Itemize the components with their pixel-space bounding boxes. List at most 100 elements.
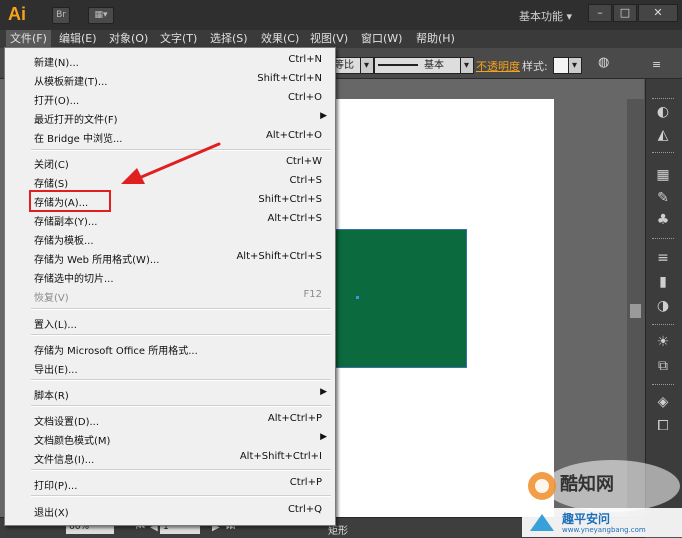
scrollbar-thumb[interactable]	[630, 304, 641, 318]
menu-separator	[31, 379, 331, 381]
menu-item-place[interactable]: 置入(L)...	[5, 313, 335, 332]
chevron-down-icon[interactable]: ▾	[460, 57, 474, 74]
menu-item-save-a-copy[interactable]: 存储副本(Y)... Alt+Ctrl+S	[5, 210, 335, 229]
save-as-highlight-box	[29, 190, 111, 212]
file-menu-dropdown: 新建(N)... Ctrl+N 从模板新建(T)... Shift+Ctrl+N 打…	[4, 47, 336, 526]
menu-item-label: 打印(P)...	[34, 481, 78, 492]
color-panel-icon[interactable]: ◐	[653, 104, 673, 120]
watermark-brand: 酷知网	[560, 474, 614, 495]
menu-item-new[interactable]: 新建(N)... Ctrl+N	[5, 51, 335, 70]
menu-item-shortcut: Ctrl+P	[289, 477, 322, 488]
panel-grip[interactable]	[652, 238, 674, 242]
menu-item-label: 文档颜色模式(M)	[34, 436, 111, 447]
menu-item-label: 在 Bridge 中浏览...	[34, 134, 123, 145]
bridge-button[interactable]: Br	[52, 7, 70, 24]
artboards-icon[interactable]: ⧠	[653, 418, 673, 434]
menu-help[interactable]: 帮助(H)	[416, 30, 455, 48]
color-guide-icon[interactable]: ◭	[653, 127, 673, 143]
stroke-style-label: 基本	[424, 60, 444, 71]
menu-item-save-for-office[interactable]: 存储为 Microsoft Office 所用格式...	[5, 339, 335, 358]
menu-item-label: 存储选中的切片...	[34, 274, 114, 285]
layers-icon[interactable]: ◈	[653, 394, 673, 410]
menu-item-label: 置入(L)...	[34, 320, 77, 331]
menu-item-label: 恢复(V)	[34, 293, 69, 304]
workspace-label: 基本功能	[519, 10, 563, 23]
green-rectangle[interactable]	[329, 229, 467, 368]
watermark: 酷知网 趣平安问 www.yneyangbang.com	[520, 456, 682, 537]
menu-object[interactable]: 对象(O)	[109, 30, 148, 48]
menu-separator	[31, 495, 331, 497]
menu-item-label: 最近打开的文件(F)	[34, 115, 118, 126]
menu-separator	[31, 308, 331, 310]
stroke-icon[interactable]: ≡	[653, 250, 673, 266]
maximize-button[interactable]: □	[613, 4, 637, 22]
transparency-icon[interactable]: ◑	[653, 298, 673, 314]
submenu-arrow-icon: ▶	[320, 387, 327, 397]
menu-item-export[interactable]: 导出(E)...	[5, 358, 335, 377]
chevron-down-icon[interactable]: ▾	[360, 57, 374, 74]
menu-item-exit[interactable]: 退出(X) Ctrl+Q	[5, 501, 335, 520]
menu-item-open-recent[interactable]: 最近打开的文件(F) ▶	[5, 108, 335, 127]
menu-item-label: 导出(E)...	[34, 365, 78, 376]
minimize-button[interactable]: –	[588, 4, 612, 22]
menu-item-scripts[interactable]: 脚本(R) ▶	[5, 384, 335, 403]
menu-item-open[interactable]: 打开(O)... Ctrl+O	[5, 89, 335, 108]
menu-item-shortcut: Ctrl+S	[289, 175, 322, 186]
opacity-link[interactable]: 不透明度	[476, 58, 520, 74]
panel-grip[interactable]	[652, 324, 674, 328]
menu-item-document-color-mode[interactable]: 文档颜色模式(M) ▶	[5, 429, 335, 448]
menu-item-shortcut: Shift+Ctrl+N	[257, 73, 322, 84]
menu-item-label: 存储为 Web 所用格式(W)...	[34, 255, 160, 266]
swatches-icon[interactable]: ▦	[653, 167, 673, 183]
workspace-switcher[interactable]: 基本功能 ▾	[519, 8, 572, 24]
appearance-icon[interactable]: ☀	[653, 334, 673, 350]
menu-item-print[interactable]: 打印(P)... Ctrl+P	[5, 474, 335, 493]
shape-center-point	[356, 296, 359, 299]
stroke-style-select[interactable]: 基本	[374, 57, 462, 74]
menu-bar: 文件(F) 编辑(E) 对象(O) 文字(T) 选择(S) 效果(C) 视图(V…	[0, 30, 682, 48]
menu-item-label: 关闭(C)	[34, 160, 69, 171]
menu-separator	[31, 405, 331, 407]
watermark-site-name: 趣平安问	[562, 512, 611, 526]
menu-item-label: 存储为 Microsoft Office 所用格式...	[34, 346, 198, 357]
gradient-icon[interactable]: ▮	[653, 274, 673, 290]
graphic-styles-icon[interactable]: ⧉	[653, 358, 673, 374]
menu-item-document-setup[interactable]: 文档设置(D)... Alt+Ctrl+P	[5, 410, 335, 429]
chevron-down-icon[interactable]: ▾	[568, 57, 582, 74]
menu-item-shortcut: F12	[303, 289, 322, 300]
globe-icon[interactable]: ◍	[598, 55, 609, 70]
menu-item-shortcut: Ctrl+O	[287, 92, 322, 103]
panel-grip[interactable]	[652, 384, 674, 388]
menu-item-new-from-template[interactable]: 从模板新建(T)... Shift+Ctrl+N	[5, 70, 335, 89]
menu-select[interactable]: 选择(S)	[210, 30, 248, 48]
menu-item-label: 从模板新建(T)...	[34, 77, 108, 88]
menu-window[interactable]: 窗口(W)	[361, 30, 402, 48]
menu-item-save-selected-slices[interactable]: 存储选中的切片...	[5, 267, 335, 286]
chevron-down-icon: ▾	[566, 10, 573, 23]
annotation-arrow-icon	[121, 142, 221, 184]
panel-grip[interactable]	[652, 152, 674, 156]
menu-effect[interactable]: 效果(C)	[261, 30, 299, 48]
menu-item-save-as-template[interactable]: 存储为模板...	[5, 229, 335, 248]
submenu-arrow-icon: ▶	[320, 432, 327, 442]
menu-file[interactable]: 文件(F)	[6, 30, 51, 48]
menu-item-label: 脚本(R)	[34, 391, 69, 402]
menu-item-label: 存储(S)	[34, 179, 69, 190]
close-button[interactable]: ✕	[638, 4, 678, 22]
menu-item-file-info[interactable]: 文件信息(I)... Alt+Shift+Ctrl+I	[5, 448, 335, 467]
menu-item-shortcut: Shift+Ctrl+S	[258, 194, 322, 205]
menu-item-save-for-web[interactable]: 存储为 Web 所用格式(W)... Alt+Shift+Ctrl+S	[5, 248, 335, 267]
symbols-icon[interactable]: ♣	[653, 212, 673, 228]
arrange-documents-icon[interactable]: ▦▾	[88, 7, 114, 24]
menu-separator	[31, 334, 331, 336]
panel-menu-icon[interactable]: ≡	[652, 58, 661, 71]
menu-view[interactable]: 视图(V)	[310, 30, 348, 48]
menu-item-label: 文档设置(D)...	[34, 417, 100, 428]
brushes-icon[interactable]: ✎	[653, 190, 673, 206]
panel-grip[interactable]	[652, 98, 674, 102]
menu-edit[interactable]: 编辑(E)	[59, 30, 97, 48]
menu-item-shortcut: Ctrl+W	[285, 156, 322, 167]
menu-type[interactable]: 文字(T)	[160, 30, 197, 48]
menu-item-shortcut: Alt+Ctrl+O	[266, 130, 322, 141]
illustrator-logo: Ai	[8, 4, 26, 24]
